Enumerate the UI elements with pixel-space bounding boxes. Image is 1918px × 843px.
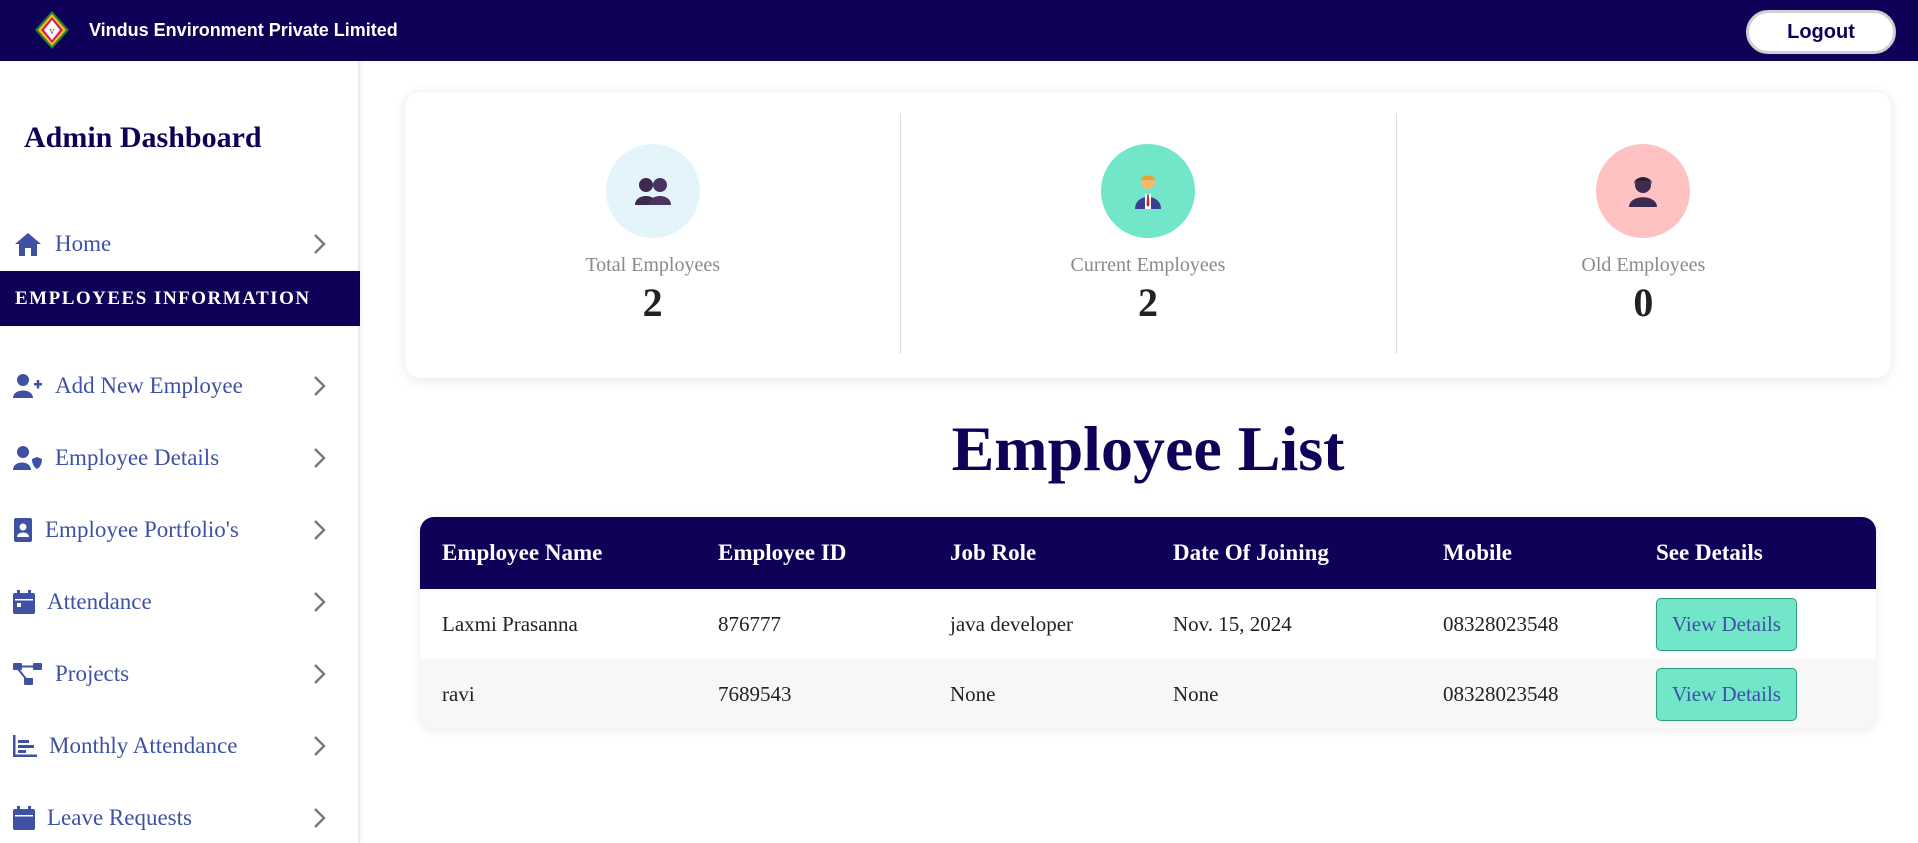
stat-label: Total Employees <box>585 254 720 276</box>
cell-date-of-joining: Nov. 15, 2024 <box>1173 611 1292 636</box>
cell-see-details: View Details <box>1634 589 1876 659</box>
chevron-right-icon <box>314 736 326 756</box>
chevron-right-icon <box>314 520 326 540</box>
stat-old-employees: Old Employees 0 <box>1395 92 1891 378</box>
sidebar-item-employee-portfolios[interactable]: Employee Portfolio's <box>0 505 358 555</box>
column-header: Employee Name <box>442 540 603 565</box>
logout-button[interactable]: Logout <box>1746 10 1896 54</box>
employee-table: Employee Name Employee ID Job Role Date … <box>420 517 1876 729</box>
employee-list-title: Employee List <box>951 413 1345 484</box>
cell-job-role: None <box>950 681 996 706</box>
sidebar-item-monthly-attendance[interactable]: Monthly Attendance <box>0 721 358 771</box>
column-header: Date Of Joining <box>1173 540 1329 565</box>
calendar-icon <box>13 803 35 833</box>
stat-label: Current Employees <box>1070 254 1226 276</box>
company-logo-icon: v <box>35 11 69 49</box>
project-diagram-icon <box>13 659 43 689</box>
sidebar-item-label: Monthly Attendance <box>49 733 238 758</box>
stat-value: 2 <box>642 280 663 325</box>
chevron-right-icon <box>314 808 326 828</box>
svg-text:v: v <box>48 27 55 37</box>
section-header-employees: EMPLOYEES INFORMATION <box>0 271 360 326</box>
table-header-row: Employee Name Employee ID Job Role Date … <box>420 517 1876 589</box>
sidebar-item-add-new-employee[interactable]: Add New Employee <box>0 361 358 411</box>
stat-total-employees: Total Employees 2 <box>405 92 900 378</box>
cell-mobile: 08328023548 <box>1443 681 1559 706</box>
stat-value: 0 <box>1633 280 1654 325</box>
cell-employee-id: 7689543 <box>718 681 792 706</box>
column-header: Employee ID <box>718 540 847 565</box>
sidebar-item-label: Leave Requests <box>47 805 192 830</box>
user-shield-icon <box>13 443 43 473</box>
view-details-button[interactable]: View Details <box>1656 667 1797 721</box>
table-row: ravi 7689543 None None 08328023548 View … <box>420 659 1876 729</box>
stats-card: Total Employees 2 Current Employees 2 Ol… <box>405 92 1891 378</box>
chevron-right-icon <box>314 376 326 396</box>
sidebar-item-label: Attendance <box>47 589 152 614</box>
bar-chart-icon <box>13 731 37 761</box>
column-header: Mobile <box>1443 540 1512 565</box>
stat-label: Old Employees <box>1581 254 1706 276</box>
cell-date-of-joining: None <box>1173 681 1219 706</box>
table-row: Laxmi Prasanna 876777 java developer Nov… <box>420 589 1876 659</box>
sidebar-item-projects[interactable]: Projects <box>0 649 358 699</box>
cell-employee-id: 876777 <box>718 611 781 636</box>
sidebar: Admin Dashboard Home EMPLOYEES INFORMATI… <box>0 61 360 843</box>
cell-employee-name: Laxmi Prasanna <box>442 611 578 636</box>
sidebar-title: Admin Dashboard <box>24 121 262 154</box>
column-header: Job Role <box>950 540 1037 565</box>
sidebar-item-attendance[interactable]: Attendance <box>0 577 358 627</box>
chevron-right-icon <box>314 234 326 254</box>
user-plus-icon <box>13 371 43 401</box>
portfolio-icon <box>13 515 33 545</box>
cell-employee-name: ravi <box>442 681 475 706</box>
stat-current-employees: Current Employees 2 <box>900 92 1395 378</box>
users-icon <box>605 144 700 238</box>
sidebar-item-label: Add New Employee <box>55 373 243 398</box>
cell-see-details: View Details <box>1634 659 1876 729</box>
company-name: Vindus Environment Private Limited <box>89 20 398 40</box>
sidebar-item-label: Projects <box>55 661 130 686</box>
brand[interactable]: v Vindus Environment Private Limited <box>34 10 398 50</box>
sidebar-item-home[interactable]: Home <box>0 219 358 269</box>
chevron-right-icon <box>314 448 326 468</box>
column-header: See Details <box>1656 540 1763 565</box>
employee-icon <box>1100 144 1195 238</box>
cell-mobile: 08328023548 <box>1443 611 1559 636</box>
sidebar-item-label: Employee Portfolio's <box>45 517 239 542</box>
top-navbar: v Vindus Environment Private Limited Log… <box>0 0 1918 61</box>
sidebar-item-label: Employee Details <box>55 445 220 470</box>
chevron-right-icon <box>314 664 326 684</box>
stat-value: 2 <box>1137 280 1158 325</box>
sidebar-item-leave-requests[interactable]: Leave Requests <box>0 793 358 843</box>
user-icon <box>1596 144 1691 238</box>
calendar-icon <box>13 587 35 617</box>
home-icon <box>13 229 43 259</box>
view-details-button[interactable]: View Details <box>1656 597 1797 651</box>
sidebar-item-employee-details[interactable]: Employee Details <box>0 433 358 483</box>
sidebar-item-label: Home <box>55 231 112 256</box>
cell-job-role: java developer <box>950 611 1074 636</box>
chevron-right-icon <box>314 592 326 612</box>
